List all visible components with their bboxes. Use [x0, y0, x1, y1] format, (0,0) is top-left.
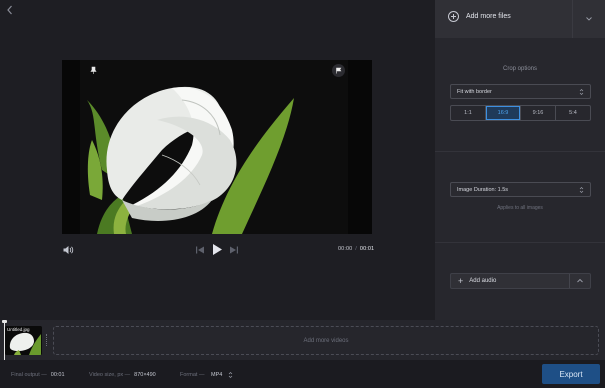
panel-divider	[435, 151, 605, 152]
plus-circle-icon	[448, 11, 459, 22]
pin-icon[interactable]	[89, 66, 98, 75]
chevron-up-icon	[577, 278, 583, 283]
chevron-down-icon	[586, 17, 592, 21]
tulip-image	[62, 60, 372, 234]
applies-note: Applies to all images	[497, 205, 543, 211]
crop-mode-select[interactable]: Fit with border	[450, 84, 591, 99]
image-duration-select[interactable]: Image Duration: 1.5s	[450, 182, 591, 197]
clip-label: Untitled.jpg	[7, 327, 30, 332]
video-editor-app: 00:00/00:01 Add more files Crop options …	[0, 0, 605, 388]
bottom-bar: Final output —00:01 Video size, px —870×…	[0, 360, 605, 388]
video-size-stat: Video size, px —870×490	[89, 372, 156, 378]
format-select[interactable]: MP4	[211, 371, 233, 379]
ratio-5-4[interactable]: 5:4	[556, 106, 590, 120]
settings-panel: Add more files Crop options Fit with bor…	[435, 0, 605, 320]
back-button[interactable]	[4, 3, 16, 17]
files-dropdown-toggle[interactable]	[572, 0, 605, 38]
timeline-clip[interactable]: Untitled.jpg	[5, 326, 42, 355]
total-time: 00:01	[359, 246, 375, 252]
final-output-stat: Final output —00:01	[11, 372, 65, 378]
format-label: Format —	[180, 372, 205, 378]
crop-options-title: Crop options	[502, 66, 538, 72]
add-more-videos-dropzone[interactable]: Add more videos	[53, 326, 599, 355]
add-files-bar: Add more files	[435, 0, 605, 38]
ratio-1-1[interactable]: 1:1	[451, 106, 486, 120]
export-button[interactable]: Export	[542, 364, 600, 384]
video-preview[interactable]	[62, 60, 372, 234]
clip-drag-handle[interactable]	[46, 334, 48, 346]
time-display: 00:00/00:01	[338, 246, 374, 252]
select-arrows-icon	[579, 89, 584, 95]
ratio-9-16[interactable]: 9:16	[521, 106, 556, 120]
final-output-label: Final output —	[11, 372, 47, 378]
final-output-value: 00:01	[50, 372, 65, 378]
playhead-handle[interactable]	[2, 320, 7, 323]
panel-divider	[435, 242, 605, 243]
skip-forward-icon[interactable]	[229, 245, 239, 255]
crop-mode-value: Fit with border	[457, 88, 492, 95]
timeline: Untitled.jpg Add more videos	[0, 320, 605, 360]
format-stat: Format —	[180, 372, 204, 378]
play-icon[interactable]	[211, 243, 223, 256]
audio-expand-toggle[interactable]	[569, 274, 590, 288]
video-size-label: Video size, px —	[89, 372, 131, 378]
image-duration-value: Image Duration: 1.5s	[457, 186, 509, 193]
video-size-value: 870×490	[134, 372, 156, 378]
current-time: 00:00	[338, 246, 353, 252]
plus-icon: +	[458, 275, 464, 286]
add-audio-label: Add audio	[469, 278, 497, 284]
select-arrows-icon	[229, 372, 233, 378]
chevron-left-icon	[7, 5, 12, 15]
format-value: MP4	[211, 372, 223, 378]
time-separator: /	[355, 246, 357, 252]
add-files-label: Add more files	[466, 13, 511, 20]
volume-icon[interactable]	[62, 244, 74, 256]
skip-back-icon[interactable]	[195, 245, 205, 255]
ratio-16-9[interactable]: 16:9	[486, 106, 521, 120]
aspect-ratio-group: 1:1 16:9 9:16 5:4	[450, 105, 591, 121]
add-audio-button[interactable]: + Add audio	[450, 273, 591, 289]
flag-button[interactable]	[332, 64, 345, 77]
playhead[interactable]	[4, 320, 5, 360]
editor-area: 00:00/00:01	[0, 0, 435, 320]
add-files-button[interactable]: Add more files	[448, 11, 511, 22]
select-arrows-icon	[579, 187, 584, 193]
flag-icon	[336, 67, 342, 74]
